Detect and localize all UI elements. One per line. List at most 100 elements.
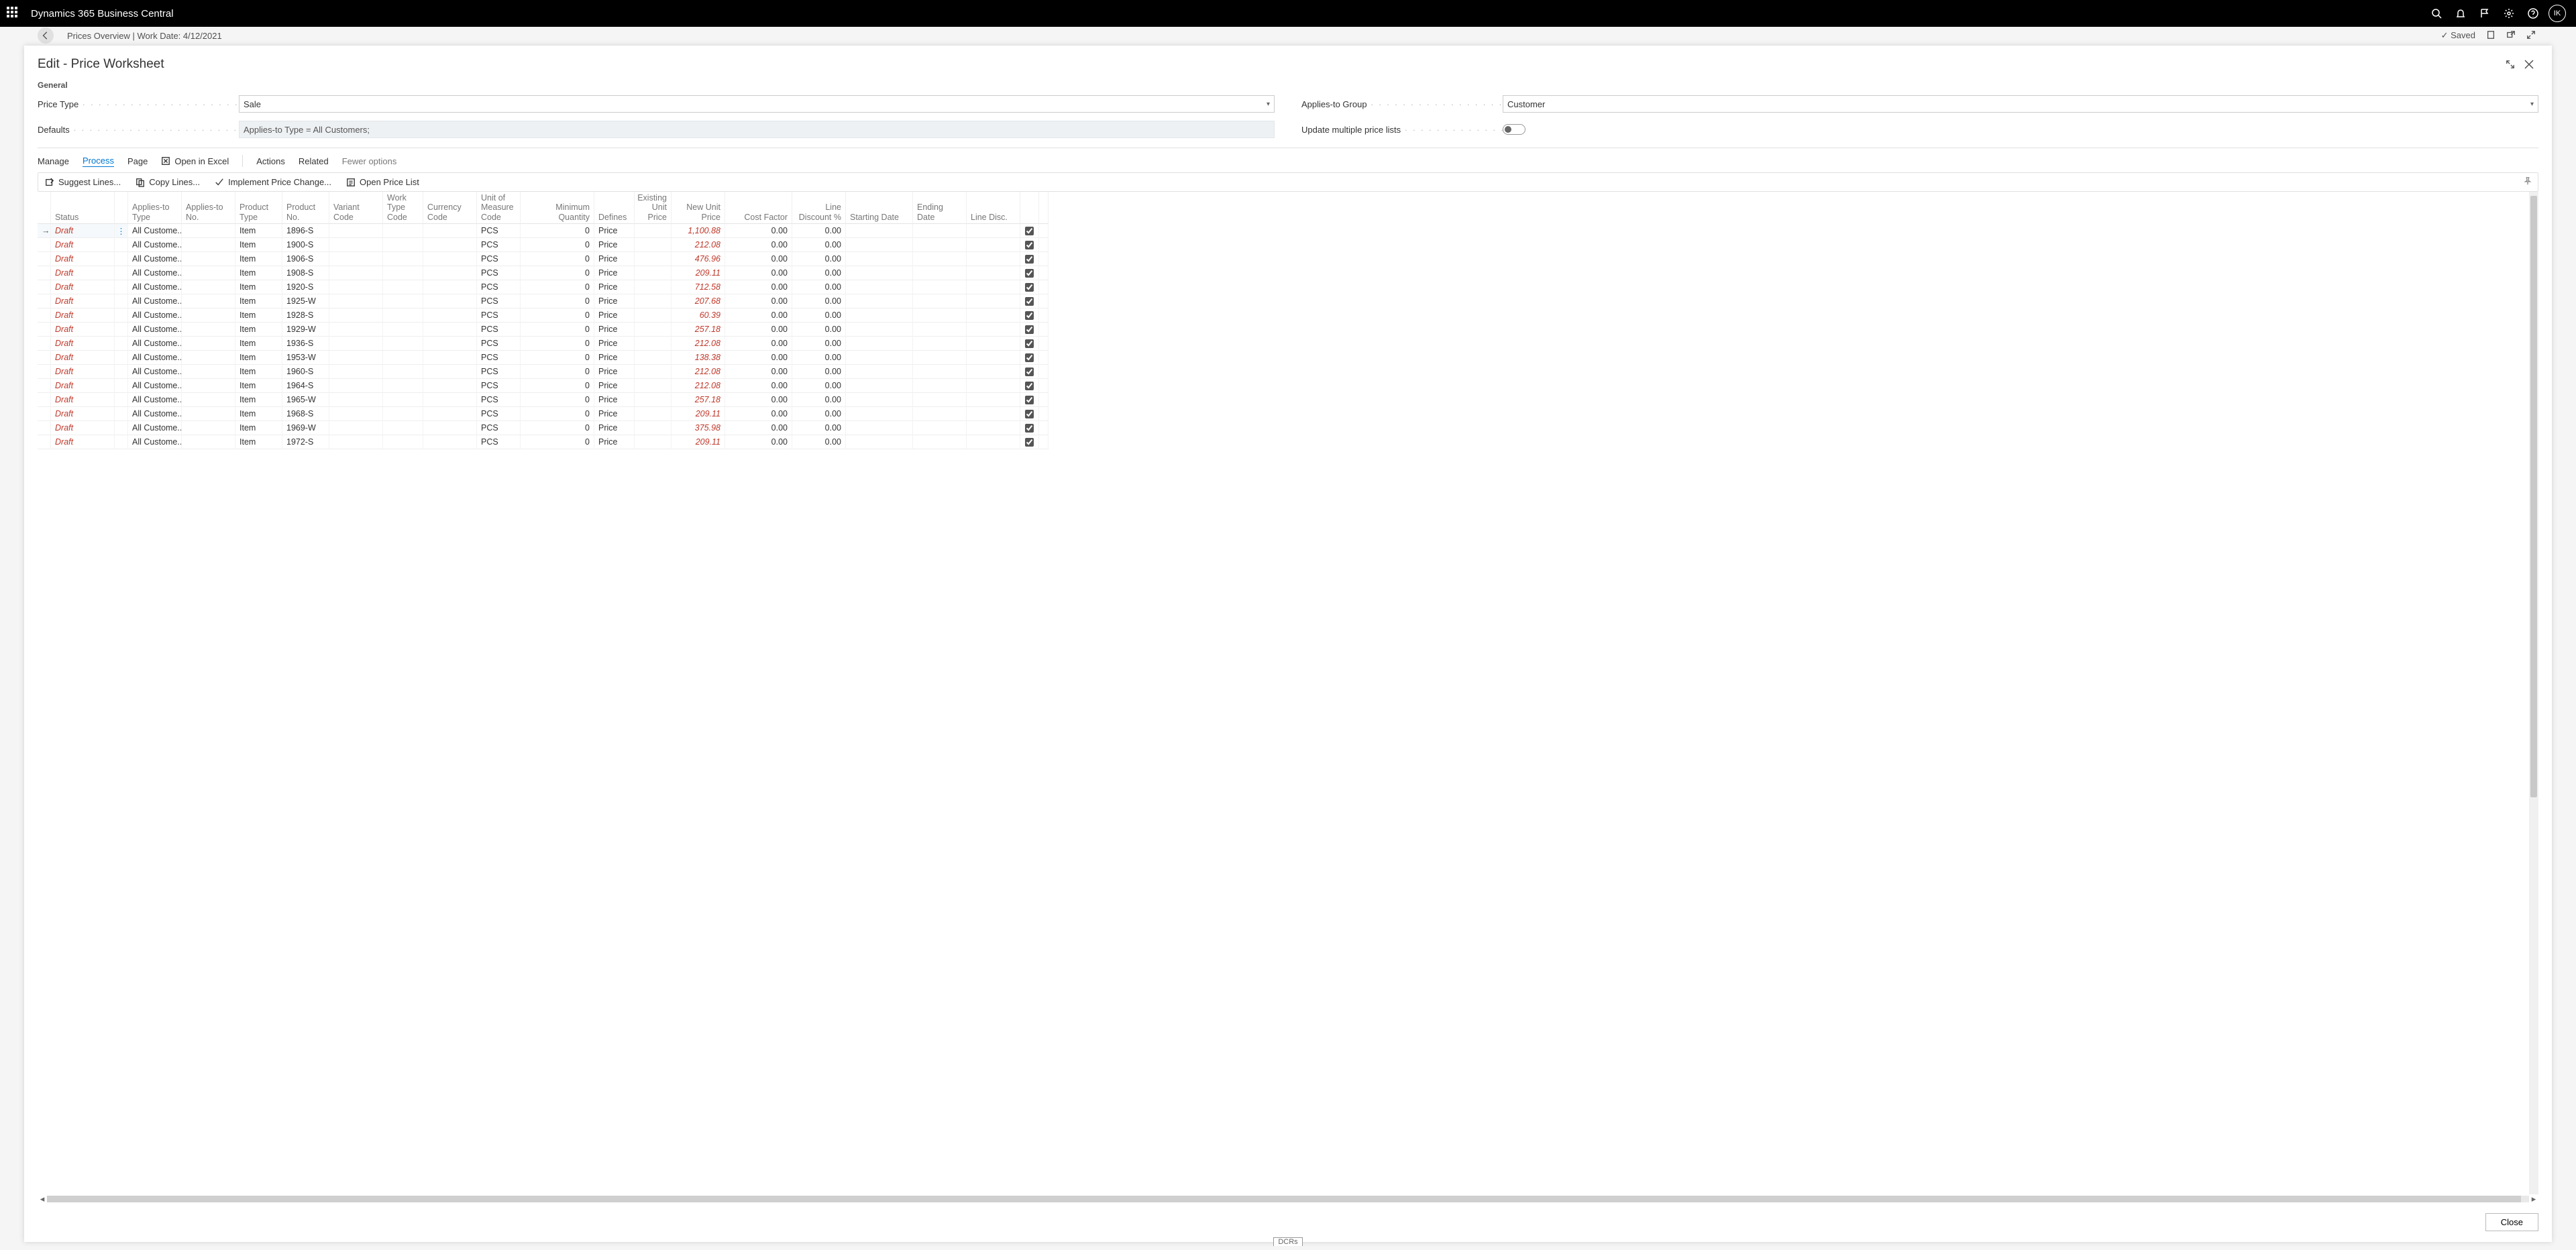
table-cell[interactable]: PCS	[477, 421, 521, 435]
table-cell[interactable]: 1960-S	[282, 365, 329, 379]
table-cell[interactable]	[182, 407, 235, 421]
table-cell[interactable]: 257.18	[672, 393, 725, 407]
table-cell[interactable]: All Custome...	[128, 435, 182, 449]
table-cell[interactable]: 60.39	[672, 308, 725, 323]
app-launcher-icon[interactable]	[7, 7, 20, 20]
table-cell[interactable]	[383, 407, 423, 421]
table-cell[interactable]: All Custome...	[128, 224, 182, 238]
defaults-field[interactable]: Applies-to Type = All Customers;	[239, 121, 1275, 138]
table-cell[interactable]	[182, 280, 235, 294]
table-cell[interactable]	[383, 393, 423, 407]
table-cell[interactable]: 0	[521, 280, 594, 294]
table-cell[interactable]	[635, 238, 672, 252]
row-menu-icon[interactable]	[115, 294, 128, 308]
table-cell[interactable]	[182, 224, 235, 238]
table-cell[interactable]: All Custome...	[128, 393, 182, 407]
table-cell[interactable]	[846, 323, 913, 337]
table-cell[interactable]	[967, 238, 1020, 252]
table-cell[interactable]	[383, 224, 423, 238]
table-cell[interactable]: PCS	[477, 379, 521, 393]
table-cell[interactable]: 0	[521, 407, 594, 421]
table-cell[interactable]	[913, 435, 967, 449]
table-cell[interactable]	[846, 266, 913, 280]
table-cell[interactable]	[383, 238, 423, 252]
col-min-qty[interactable]: Minimum Quantity	[521, 192, 594, 224]
table-cell[interactable]	[423, 407, 477, 421]
cell-status[interactable]: Draft	[51, 435, 115, 449]
table-cell[interactable]: 0	[521, 337, 594, 351]
open-price-list-button[interactable]: Open Price List	[346, 177, 419, 187]
help-icon[interactable]	[2521, 1, 2545, 25]
table-cell[interactable]	[329, 308, 383, 323]
copy-lines-button[interactable]: Copy Lines...	[136, 177, 200, 187]
table-cell[interactable]	[329, 351, 383, 365]
row-selector[interactable]	[38, 252, 51, 266]
table-cell[interactable]	[423, 238, 477, 252]
row-menu-icon[interactable]	[115, 308, 128, 323]
table-cell[interactable]	[423, 421, 477, 435]
table-cell[interactable]: 1908-S	[282, 266, 329, 280]
table-cell[interactable]	[423, 308, 477, 323]
table-cell[interactable]	[423, 379, 477, 393]
table-cell[interactable]: 0.00	[725, 379, 792, 393]
table-cell[interactable]: 1953-W	[282, 351, 329, 365]
table-cell[interactable]	[423, 337, 477, 351]
row-menu-icon[interactable]	[115, 252, 128, 266]
table-cell[interactable]: PCS	[477, 280, 521, 294]
table-cell[interactable]: 0.00	[725, 393, 792, 407]
table-cell[interactable]: 0.00	[725, 351, 792, 365]
row-selector[interactable]	[38, 266, 51, 280]
table-cell[interactable]: Price	[594, 421, 635, 435]
settings-icon[interactable]	[2497, 1, 2521, 25]
table-cell[interactable]	[846, 252, 913, 266]
menu-process[interactable]: Process	[83, 156, 114, 167]
table-cell[interactable]: 0.00	[725, 280, 792, 294]
col-product-type[interactable]: Product Type	[235, 192, 282, 224]
cell-line-disc-check[interactable]	[1020, 393, 1039, 407]
table-cell[interactable]: 1969-W	[282, 421, 329, 435]
cell-status[interactable]: Draft	[51, 323, 115, 337]
row-menu-icon[interactable]	[115, 280, 128, 294]
table-cell[interactable]: Item	[235, 224, 282, 238]
col-applies-to-no[interactable]: Applies-to No.	[182, 192, 235, 224]
table-cell[interactable]	[635, 266, 672, 280]
table-cell[interactable]	[967, 323, 1020, 337]
table-cell[interactable]	[182, 266, 235, 280]
row-menu-icon[interactable]	[115, 393, 128, 407]
table-cell[interactable]: 209.11	[672, 407, 725, 421]
table-cell[interactable]	[967, 421, 1020, 435]
table-cell[interactable]: 0.00	[792, 266, 846, 280]
table-cell[interactable]: 1920-S	[282, 280, 329, 294]
vertical-scrollbar[interactable]	[2529, 192, 2538, 1194]
row-menu-icon[interactable]	[115, 421, 128, 435]
cell-status[interactable]: Draft	[51, 294, 115, 308]
table-cell[interactable]: All Custome...	[128, 337, 182, 351]
menu-fewer-options[interactable]: Fewer options	[342, 156, 397, 166]
row-menu-icon[interactable]	[115, 351, 128, 365]
table-cell[interactable]: Item	[235, 252, 282, 266]
table-cell[interactable]: All Custome...	[128, 407, 182, 421]
table-cell[interactable]	[635, 224, 672, 238]
table-cell[interactable]: All Custome...	[128, 351, 182, 365]
table-cell[interactable]	[635, 435, 672, 449]
cell-line-disc-check[interactable]	[1020, 224, 1039, 238]
cell-line-disc-check[interactable]	[1020, 238, 1039, 252]
table-cell[interactable]	[846, 238, 913, 252]
back-arrow-icon[interactable]	[38, 27, 54, 44]
table-cell[interactable]	[635, 280, 672, 294]
table-cell[interactable]	[182, 421, 235, 435]
table-cell[interactable]	[846, 365, 913, 379]
table-cell[interactable]	[967, 351, 1020, 365]
table-cell[interactable]: 0	[521, 224, 594, 238]
table-cell[interactable]	[383, 308, 423, 323]
table-cell[interactable]: 0	[521, 308, 594, 323]
table-cell[interactable]: 0.00	[792, 435, 846, 449]
table-cell[interactable]	[329, 323, 383, 337]
table-cell[interactable]: 0.00	[725, 407, 792, 421]
table-cell[interactable]: 0.00	[792, 421, 846, 435]
table-cell[interactable]	[423, 280, 477, 294]
table-cell[interactable]: 0	[521, 252, 594, 266]
applies-to-group-select[interactable]: Customer▾	[1503, 95, 2538, 113]
row-menu-icon[interactable]	[115, 238, 128, 252]
cell-status[interactable]: Draft	[51, 308, 115, 323]
